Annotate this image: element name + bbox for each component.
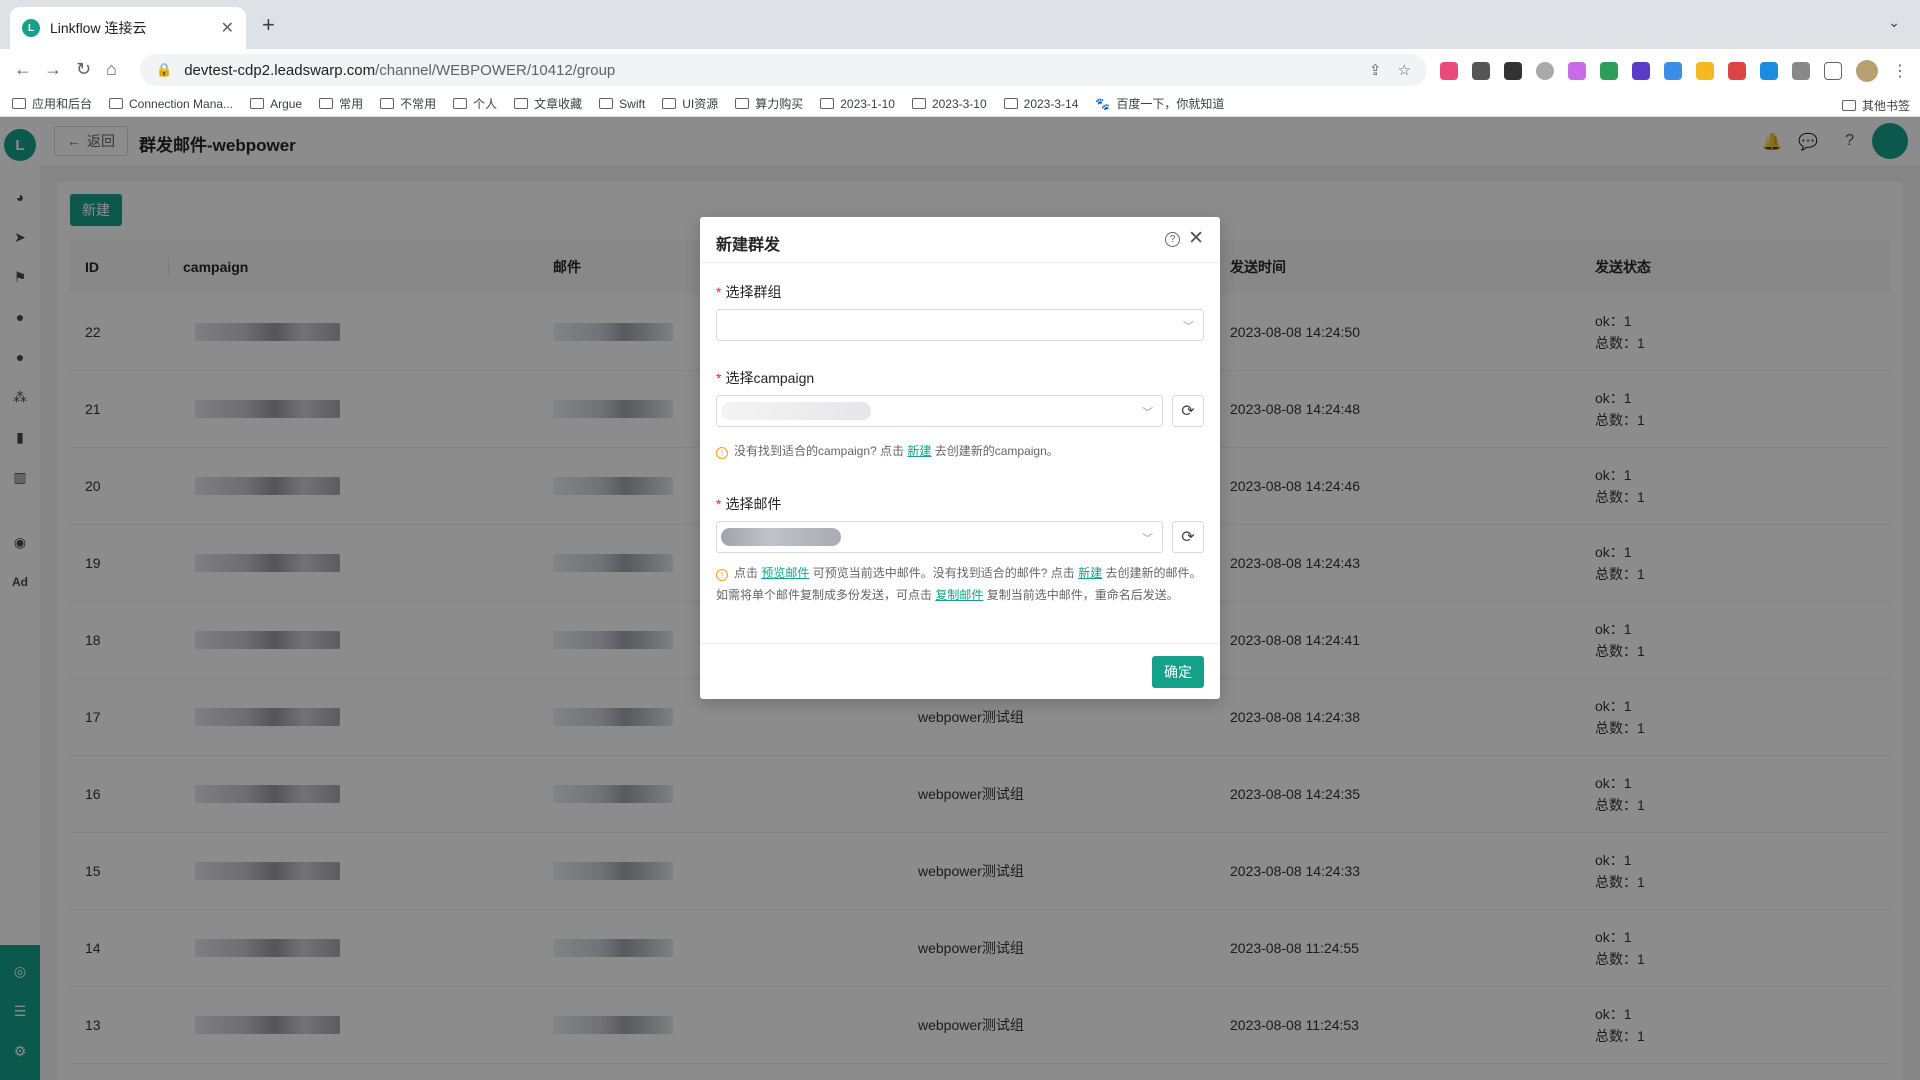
modal-header: 新建群发 ? ✕	[700, 217, 1220, 263]
bookmark-baidu[interactable]: 🐾 百度一下，你就知道	[1095, 95, 1224, 112]
warning-icon: !	[716, 447, 728, 459]
profile-avatar[interactable]	[1856, 60, 1878, 82]
email-hint: ! 点击 预览邮件 可预览当前选中邮件。没有找到适合的邮件? 点击 新建 去创建新…	[716, 566, 1202, 602]
bookmark-folder[interactable]: 应用和后台	[12, 95, 92, 112]
new-tab-plus-icon[interactable]: +	[262, 12, 275, 38]
folder-icon	[599, 98, 614, 109]
chevron-down-icon: ﹀	[1142, 533, 1153, 545]
email-selected-value	[721, 528, 841, 546]
refresh-campaign-button[interactable]: ⟳	[1172, 395, 1204, 427]
folder-icon	[453, 98, 468, 109]
bookmark-folder[interactable]: 算力购买	[735, 95, 803, 112]
new-campaign-link[interactable]: 新建	[907, 444, 931, 458]
folder-icon	[380, 98, 395, 109]
chevron-down-icon: ﹀	[1142, 407, 1153, 419]
chevron-down-icon[interactable]: ⌄	[1888, 14, 1900, 31]
chevron-down-icon: ﹀	[1183, 321, 1194, 333]
reload-icon[interactable]: ↻	[76, 59, 91, 80]
forward-arrow-icon[interactable]: →	[44, 59, 62, 80]
other-bookmarks[interactable]: 其他书签	[1841, 97, 1910, 114]
copy-email-link[interactable]: 复制邮件	[935, 588, 983, 602]
extension-icon[interactable]	[1632, 62, 1650, 80]
warning-icon: !	[716, 569, 728, 581]
group-select-label: * 选择群组	[716, 284, 782, 300]
bookmark-folder[interactable]: Argue	[250, 97, 302, 111]
bookmark-folder[interactable]: 常用	[319, 95, 363, 112]
preview-email-link[interactable]: 预览邮件	[761, 566, 809, 580]
folder-icon	[1003, 98, 1018, 109]
close-icon[interactable]: ✕	[221, 18, 234, 38]
extension-icon[interactable]	[1536, 62, 1554, 80]
extensions-area: ⋮	[1440, 60, 1908, 82]
browser-toolbar: ← → ↻ ⌂ 🔒 devtest-cdp2.leadswarp.com/cha…	[0, 49, 1920, 91]
bookmark-folder[interactable]: 不常用	[380, 95, 436, 112]
bookmark-folder[interactable]: 2023-3-14	[1003, 97, 1078, 111]
extension-icon[interactable]	[1760, 62, 1778, 80]
folder-icon	[319, 98, 334, 109]
modal-title: 新建群发	[716, 237, 781, 254]
campaign-hint: ! 没有找到适合的campaign? 点击 新建 去创建新的campaign。	[716, 440, 1206, 462]
bookmark-folder[interactable]: 2023-3-10	[911, 97, 987, 111]
share-icon[interactable]: ⇪	[1369, 61, 1382, 79]
new-group-send-modal: 新建群发 ? ✕ * 选择群组 ﹀ * 选择campaign ﹀ ⟳ ! 没有找到适合…	[700, 217, 1220, 699]
required-asterisk: *	[716, 284, 722, 300]
refresh-email-button[interactable]: ⟳	[1172, 521, 1204, 553]
required-asterisk: *	[716, 496, 722, 512]
lock-icon[interactable]: 🔒	[156, 62, 172, 78]
new-email-link[interactable]: 新建	[1078, 566, 1102, 580]
bookmark-folder[interactable]: UI资源	[662, 95, 718, 112]
question-icon[interactable]: ?	[1165, 232, 1180, 247]
side-panel-icon[interactable]	[1824, 62, 1842, 80]
bookmark-folder[interactable]: 2023-1-10	[820, 97, 895, 111]
bookmark-folder[interactable]: Swift	[599, 97, 645, 111]
refresh-icon: ⟳	[1181, 403, 1195, 420]
email-select-label: * 选择邮件	[716, 496, 782, 512]
campaign-select[interactable]: ﹀	[716, 395, 1163, 427]
folder-icon	[662, 98, 677, 109]
required-asterisk: *	[716, 370, 722, 386]
folder-icon	[514, 98, 529, 109]
folder-icon	[250, 98, 265, 109]
extension-icon[interactable]	[1728, 62, 1746, 80]
folder-icon	[820, 98, 835, 109]
address-bar[interactable]: 🔒 devtest-cdp2.leadswarp.com/channel/WEB…	[140, 54, 1427, 86]
tab-title: Linkflow 连接云	[50, 20, 147, 36]
extension-icon[interactable]	[1472, 62, 1490, 80]
extension-icon[interactable]	[1504, 62, 1522, 80]
extension-icon[interactable]	[1696, 62, 1714, 80]
kebab-menu-icon[interactable]: ⋮	[1892, 61, 1908, 81]
refresh-icon: ⟳	[1181, 529, 1195, 546]
folder-icon	[109, 98, 124, 109]
puzzle-extensions-icon[interactable]	[1792, 62, 1810, 80]
campaign-selected-value	[721, 402, 871, 420]
modal-footer: 确定	[700, 643, 1220, 699]
bookmark-star-icon[interactable]: ☆	[1398, 61, 1411, 79]
folder-icon	[911, 98, 926, 109]
email-select[interactable]: ﹀	[716, 521, 1163, 553]
linkflow-favicon-icon: L	[22, 19, 40, 37]
bookmark-folder[interactable]: 文章收藏	[514, 95, 582, 112]
extension-icon[interactable]	[1600, 62, 1618, 80]
folder-icon	[735, 98, 750, 109]
baidu-paw-icon: 🐾	[1095, 96, 1111, 111]
browser-tab-active[interactable]: L Linkflow 连接云 ✕	[10, 7, 246, 49]
folder-icon	[1841, 100, 1856, 111]
browser-tabstrip: L Linkflow 连接云 ✕ + ⌄	[0, 0, 1920, 49]
group-select[interactable]: ﹀	[716, 309, 1204, 341]
url-text: devtest-cdp2.leadswarp.com/channel/WEBPO…	[184, 61, 616, 79]
extension-icon[interactable]	[1440, 62, 1458, 80]
confirm-button[interactable]: 确定	[1152, 656, 1204, 688]
folder-icon	[12, 98, 26, 109]
campaign-select-label: * 选择campaign	[716, 370, 815, 386]
extension-icon[interactable]	[1664, 62, 1682, 80]
bookmark-folder[interactable]: 个人	[453, 95, 497, 112]
close-icon[interactable]: ✕	[1188, 227, 1204, 250]
bookmark-folder[interactable]: Connection Mana...	[109, 97, 233, 111]
home-icon[interactable]: ⌂	[106, 59, 117, 80]
back-arrow-icon[interactable]: ←	[14, 59, 32, 80]
extension-icon[interactable]	[1568, 62, 1586, 80]
bookmarks-bar: 应用和后台 Connection Mana... Argue 常用 不常用 个人…	[0, 91, 1920, 117]
